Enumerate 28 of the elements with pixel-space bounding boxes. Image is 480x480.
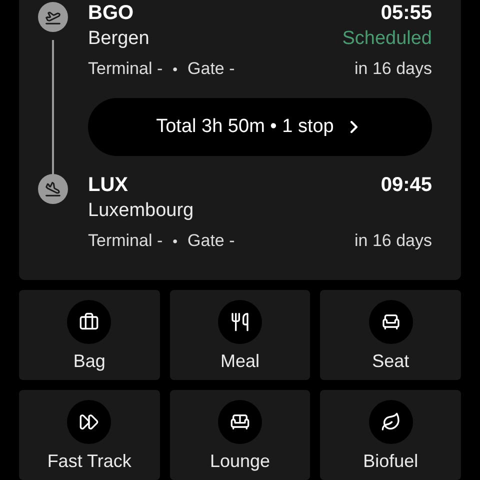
city: Bergen (88, 27, 150, 51)
fork-knife-icon (218, 300, 262, 344)
service-tile[interactable]: Fast Track (19, 390, 160, 480)
relative-date: in 16 days (354, 58, 432, 80)
airport-code: LUX (88, 173, 128, 198)
service-tile[interactable]: Lounge (170, 390, 310, 480)
seat-icon (368, 300, 413, 344)
separator: • (172, 232, 178, 251)
sofa-icon (218, 400, 262, 444)
service-tile[interactable]: Bag (19, 290, 160, 380)
trip-summary-button[interactable]: Total 3h 50m • 1 stop (88, 98, 432, 156)
terminal: Terminal - (88, 230, 163, 252)
city: Luxembourg (88, 199, 194, 223)
briefcase-icon (67, 300, 112, 344)
relative-date: in 16 days (354, 230, 432, 252)
time: 05:55 (380, 1, 432, 26)
service-tile[interactable]: Seat (320, 290, 461, 380)
service-tile[interactable]: Meal (170, 290, 310, 380)
fast-forward-icon (67, 400, 112, 444)
time: 09:45 (380, 173, 432, 198)
gate: Gate - (188, 58, 235, 80)
leaf-icon (368, 400, 413, 444)
flight-status: Scheduled (342, 27, 432, 51)
separator: • (172, 60, 178, 79)
gate: Gate - (188, 230, 235, 252)
service-tile[interactable]: Biofuel (320, 390, 461, 480)
terminal: Terminal - (88, 58, 163, 80)
airport-code: BGO (88, 1, 134, 26)
